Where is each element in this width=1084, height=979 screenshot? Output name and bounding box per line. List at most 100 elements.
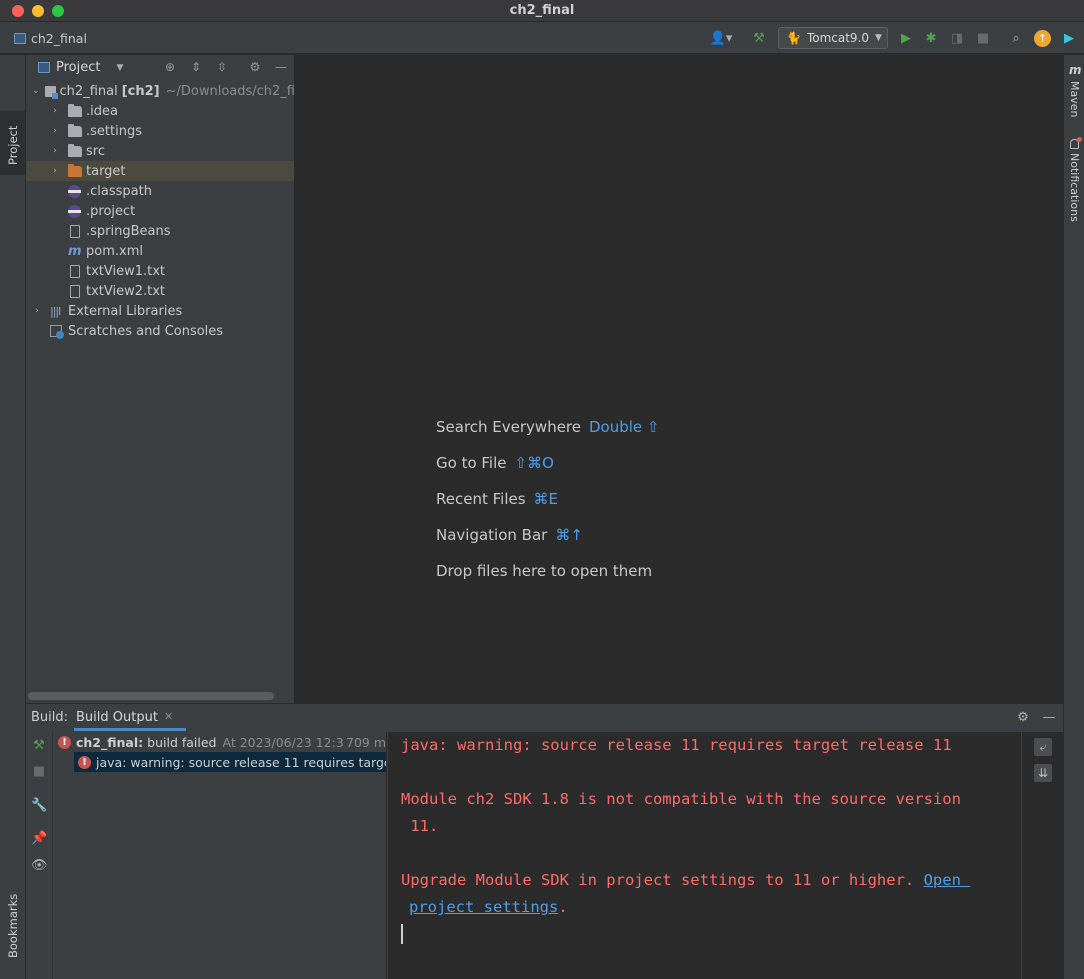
scratches-icon <box>50 324 64 339</box>
close-icon[interactable]: ✕ <box>164 710 173 725</box>
chevron-right-icon[interactable]: › <box>50 166 60 176</box>
tree-root-ch2-final[interactable]: ⌄ ch2_final [ch2] ~/Downloads/ch2_fi <box>26 81 294 101</box>
chevron-right-icon[interactable]: › <box>50 106 60 116</box>
hint-label: Recent Files <box>436 490 526 508</box>
maven-tool-tab[interactable]: Maven <box>1068 81 1081 117</box>
account-icon[interactable]: 👤▾ <box>708 30 734 46</box>
stop-icon[interactable]: ■ <box>31 764 47 780</box>
tree-item-label: .idea <box>86 103 118 119</box>
eye-icon[interactable]: 👁 <box>31 858 48 874</box>
tree-item-classpath[interactable]: .classpath <box>26 181 294 201</box>
error-icon: ! <box>78 755 91 769</box>
coverage-icon[interactable]: ◨ <box>949 30 965 46</box>
hint-shortcut: ⇧⌘O <box>514 454 554 472</box>
project-tool-tab[interactable]: Project <box>6 126 20 165</box>
bookmarks-tool-tab[interactable]: Bookmarks <box>6 894 20 958</box>
tomcat-icon: 🐈 <box>786 31 801 45</box>
build-root-row[interactable]: ! ch2_final: build failed At 2023/06/23 … <box>58 732 386 752</box>
horizontal-scrollbar[interactable] <box>28 692 274 700</box>
console-period: . <box>558 898 568 916</box>
gear-icon[interactable]: ⚙ <box>247 59 263 75</box>
tree-item-idea[interactable]: › .idea <box>26 101 294 121</box>
console-upgrade-text: Upgrade Module SDK in project settings t… <box>401 871 924 889</box>
run-configuration-select[interactable]: 🐈 Tomcat9.0 ▼ <box>778 27 888 49</box>
open-settings-link[interactable]: Open <box>924 871 971 889</box>
build-message-row[interactable]: ! java: warning: source release 11 requi… <box>74 752 387 772</box>
hint-label: Search Everywhere <box>436 418 581 436</box>
tree-item-settings[interactable]: › .settings <box>26 121 294 141</box>
run-icon[interactable]: ▶ <box>898 30 914 46</box>
chevron-down-icon: ▼ <box>116 62 124 73</box>
eclipse-file-icon <box>68 204 81 218</box>
tree-item-label: pom.xml <box>86 243 143 259</box>
rebuild-hammer-icon[interactable]: ⚒ <box>31 738 47 754</box>
hint-recent-files: Recent Files ⌘E <box>436 490 558 508</box>
build-hammer-icon[interactable]: ⚒ <box>751 30 767 46</box>
scroll-to-end-icon[interactable]: ⇊ <box>1034 764 1052 782</box>
stop-icon[interactable]: ■ <box>975 30 991 46</box>
tree-item-target[interactable]: › target <box>26 161 294 181</box>
pin-icon[interactable]: 📌 <box>31 831 47 847</box>
tree-item-pom[interactable]: m pom.xml <box>26 241 294 261</box>
soft-wrap-icon[interactable]: ⤶ <box>1034 738 1052 756</box>
build-status: build failed <box>147 734 217 750</box>
tree-item-label: .settings <box>86 123 142 139</box>
project-name: ch2_final <box>31 31 87 46</box>
tab-build-output[interactable]: Build Output ✕ <box>76 710 173 725</box>
project-breadcrumb[interactable]: ch2_final <box>14 31 87 46</box>
tree-item-label: External Libraries <box>68 303 183 319</box>
window-title: ch2_final <box>509 3 575 18</box>
build-console-output[interactable]: java: warning: source release 11 require… <box>388 732 1021 979</box>
build-timestamp: At 2023/06/23 12:37 <box>222 734 352 750</box>
error-icon: ! <box>58 735 71 749</box>
notifications-tool-tab[interactable]: Notifications <box>1068 153 1081 222</box>
project-settings-link[interactable]: project settings <box>409 898 558 916</box>
left-tool-stripe: Project Bookmarks <box>0 55 26 979</box>
locate-file-icon[interactable]: ⊕ <box>162 59 178 75</box>
chevron-right-icon[interactable]: › <box>50 126 60 136</box>
text-cursor <box>401 924 403 944</box>
wrench-icon[interactable]: 🔧 <box>31 798 47 814</box>
tree-item-txtview1[interactable]: txtView1.txt <box>26 261 294 281</box>
tab-label: Build Output <box>76 710 158 725</box>
collapse-all-icon[interactable]: ⇳ <box>214 59 230 75</box>
chevron-down-icon[interactable]: ⌄ <box>32 86 40 96</box>
chevron-right-icon[interactable]: › <box>50 146 60 156</box>
hint-search-everywhere: Search Everywhere Double ⇧ <box>436 418 660 436</box>
debug-icon[interactable]: ✱ <box>923 30 939 46</box>
hide-panel-icon[interactable]: — <box>273 59 289 75</box>
gear-icon[interactable]: ⚙ <box>1015 710 1031 726</box>
active-tab-indicator <box>74 728 186 731</box>
build-message: java: warning: source release 11 require… <box>96 754 387 770</box>
maven-icon[interactable]: m <box>1069 63 1082 77</box>
expand-all-icon[interactable]: ⇕ <box>188 59 204 75</box>
project-view-selector[interactable]: Project ▼ <box>38 60 123 75</box>
right-tool-stripe: m Maven Notifications <box>1063 55 1084 979</box>
build-tree: ! ch2_final: build failed At 2023/06/23 … <box>54 732 387 979</box>
hint-go-to-file: Go to File ⇧⌘O <box>436 454 554 472</box>
tree-external-libraries[interactable]: › |||l External Libraries <box>26 301 294 321</box>
tree-item-springbeans[interactable]: .springBeans <box>26 221 294 241</box>
tree-item-txtview2[interactable]: txtView2.txt <box>26 281 294 301</box>
project-tree: ⌄ ch2_final [ch2] ~/Downloads/ch2_fi › .… <box>26 81 294 341</box>
chevron-right-icon[interactable]: › <box>32 306 42 316</box>
search-icon[interactable]: ⌕ <box>1008 30 1024 46</box>
tree-item-label: txtView1.txt <box>86 263 166 279</box>
project-tool-window: Project ▼ ⊕ ⇕ ⇳ ⚙ — ⌄ ch2_final [ch2] ~/… <box>26 55 295 703</box>
hint-label: Go to File <box>436 454 507 472</box>
project-view-icon <box>38 62 50 73</box>
jetbrains-toolbox-icon[interactable]: ▶ <box>1061 30 1077 46</box>
root-name: ch2_final <box>59 83 118 99</box>
hint-label: Navigation Bar <box>436 526 548 544</box>
console-line-warning: java: warning: source release 11 require… <box>401 736 952 754</box>
tree-item-project[interactable]: .project <box>26 201 294 221</box>
tree-item-label: target <box>86 163 126 179</box>
console-line-sdk: Module ch2 SDK 1.8 is not compatible wit… <box>401 790 961 808</box>
tree-item-src[interactable]: › src <box>26 141 294 161</box>
folder-icon <box>68 123 82 137</box>
hide-panel-icon[interactable]: — <box>1041 710 1057 726</box>
hint-navigation-bar: Navigation Bar ⌘↑ <box>436 526 583 544</box>
tree-scratches[interactable]: Scratches and Consoles <box>26 321 294 341</box>
console-line-sdk-cont: 11. <box>401 817 439 835</box>
update-icon[interactable]: ↑ <box>1034 30 1051 47</box>
